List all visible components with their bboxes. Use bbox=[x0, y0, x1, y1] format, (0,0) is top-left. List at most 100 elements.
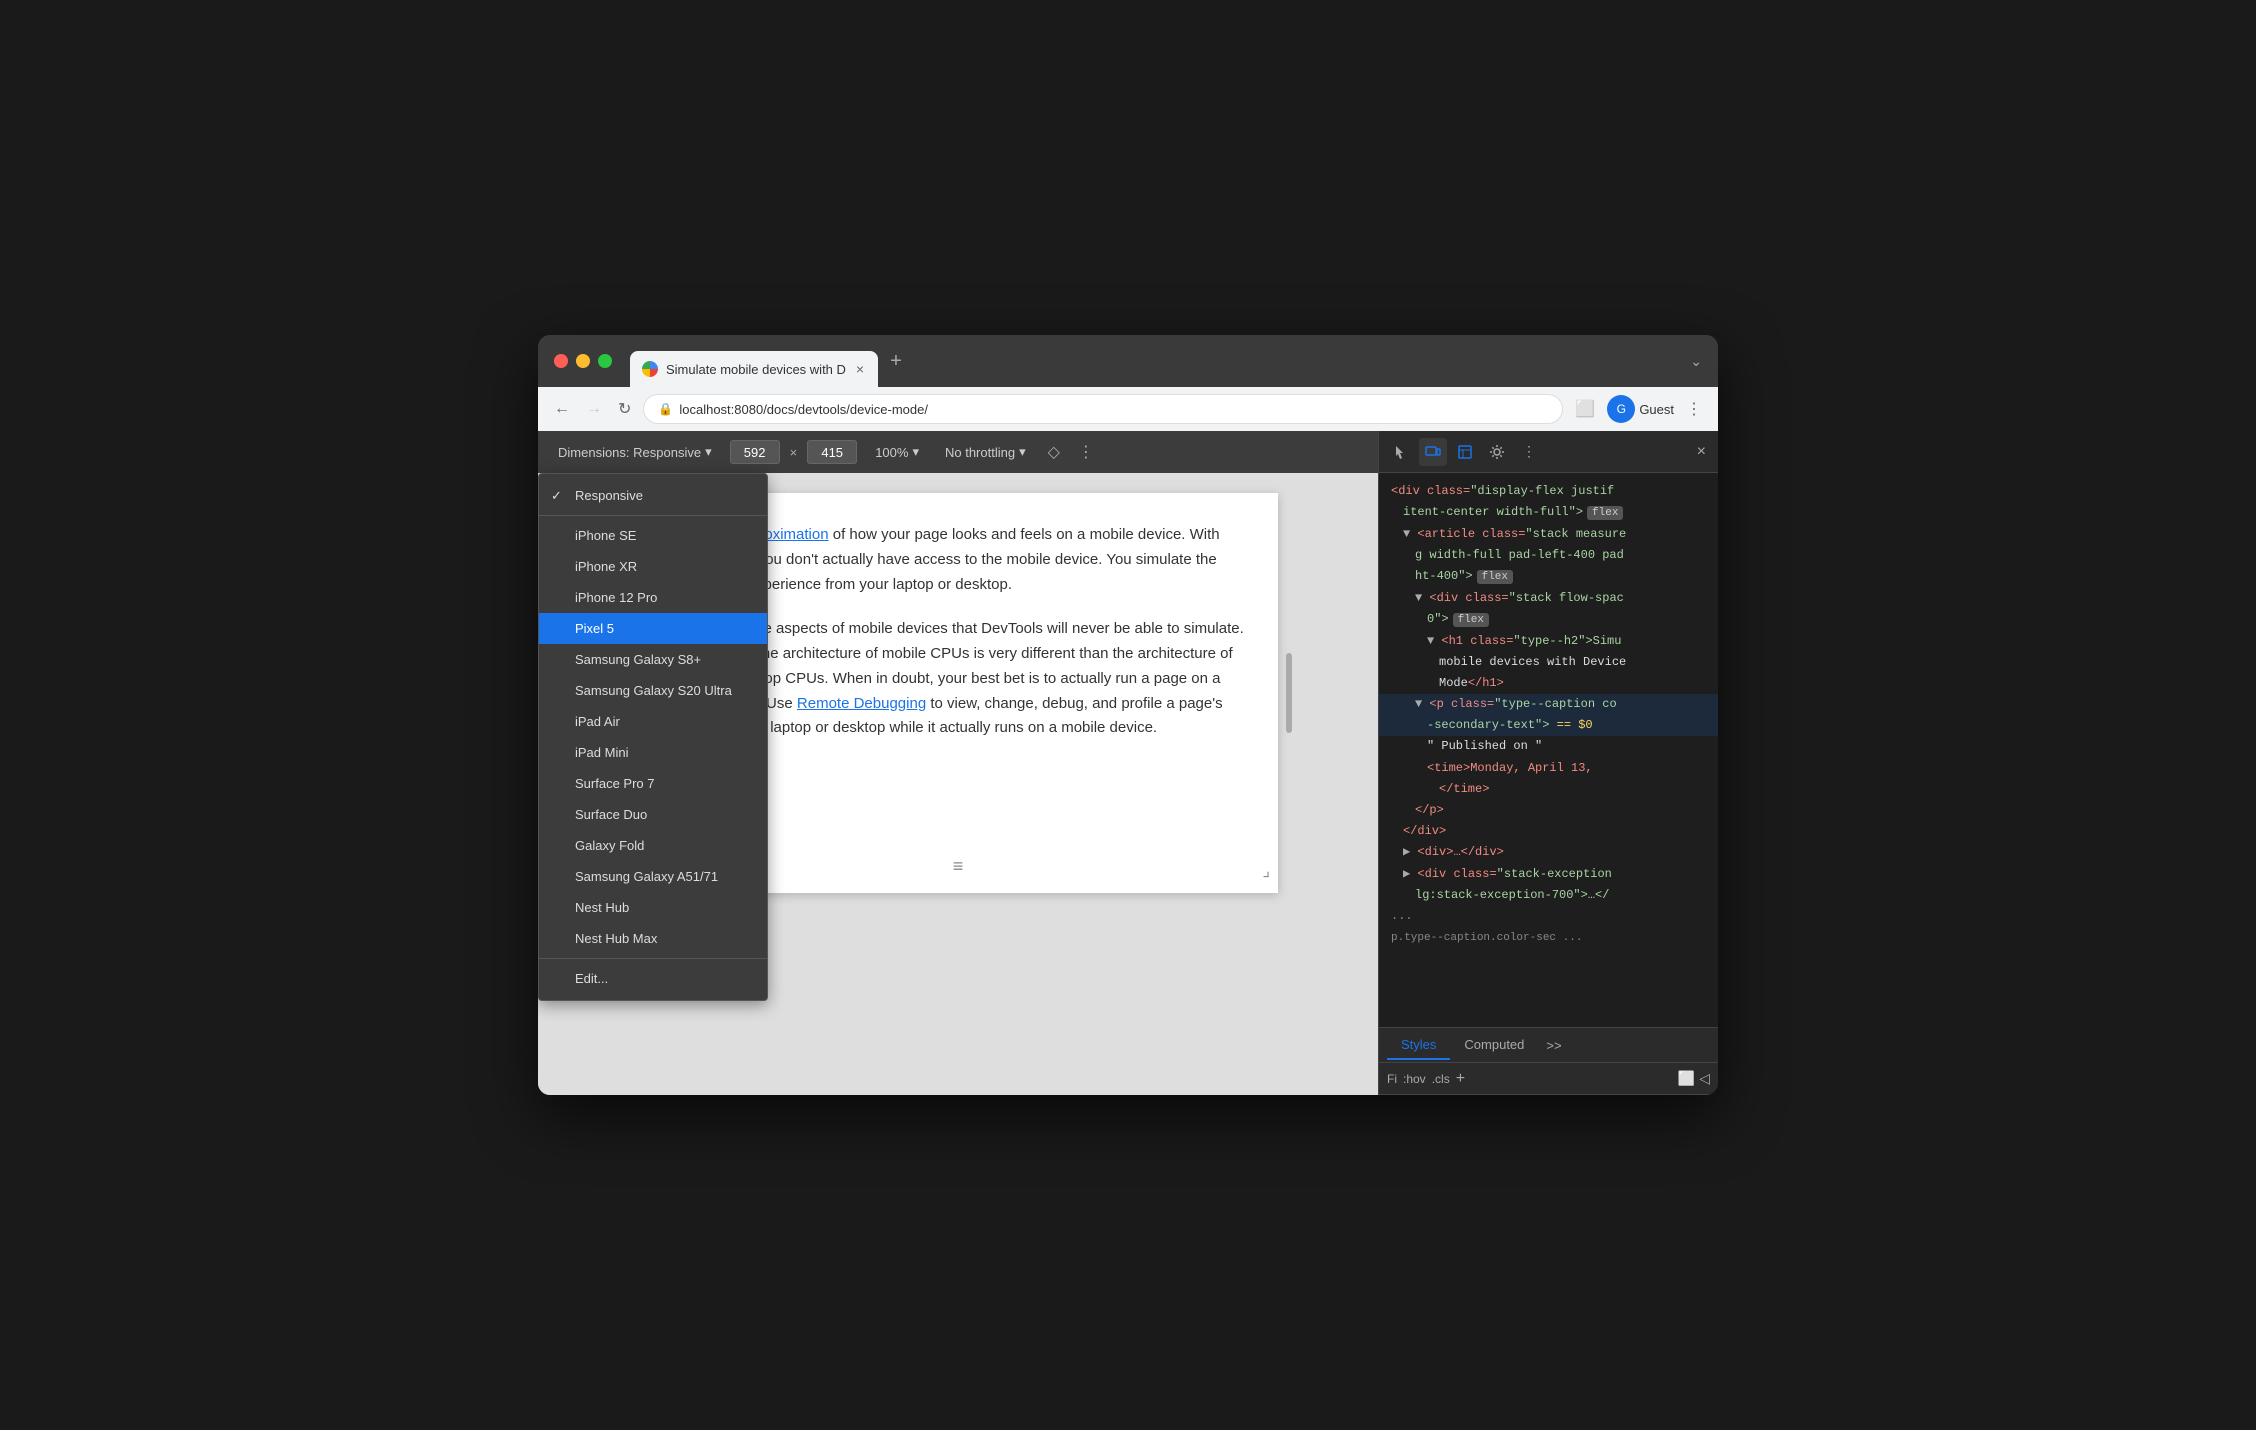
tab-menu-button[interactable]: ⌄ bbox=[1690, 353, 1702, 370]
dimensions-dropdown[interactable]: Dimensions: Responsive ▾ bbox=[550, 440, 720, 464]
width-input[interactable] bbox=[730, 440, 780, 464]
code-line-selected[interactable]: ▼ <p class="type--caption co bbox=[1379, 694, 1718, 715]
flex-badge: flex bbox=[1587, 506, 1623, 520]
code-line-selected: -secondary-text"> == $0 bbox=[1379, 715, 1718, 736]
tab-bar: Simulate mobile devices with D × + ⌄ bbox=[630, 343, 1702, 379]
main-area: Dimensions: Responsive ▾ × 100% ▾ No thr… bbox=[538, 431, 1718, 1095]
profile-area[interactable]: G Guest bbox=[1607, 395, 1674, 423]
menu-item-label: iPhone XR bbox=[575, 559, 637, 574]
more-tools-button[interactable]: ⋮ bbox=[1515, 438, 1543, 466]
back-button[interactable]: ← bbox=[550, 396, 574, 422]
maximize-button[interactable] bbox=[598, 354, 612, 368]
code-line: 0">flex bbox=[1379, 609, 1718, 631]
flex-badge: flex bbox=[1453, 613, 1489, 627]
menu-item-iphone-xr[interactable]: iPhone XR bbox=[539, 551, 767, 582]
menu-item-edit[interactable]: Edit... bbox=[539, 963, 767, 994]
url-bar[interactable]: 🔒 localhost:8080/docs/devtools/device-mo… bbox=[643, 394, 1563, 424]
filter-cls-button[interactable]: .cls bbox=[1432, 1072, 1450, 1086]
menu-item-label: Responsive bbox=[575, 488, 643, 503]
menu-item-responsive[interactable]: Responsive bbox=[539, 480, 767, 511]
code-line: itent-center width-full">flex bbox=[1379, 502, 1718, 524]
code-line: <time>Monday, April 13, bbox=[1379, 758, 1718, 779]
new-tab-button[interactable]: + bbox=[886, 346, 906, 377]
resize-handle[interactable]: ⌟ bbox=[1263, 859, 1271, 885]
code-line: Mode</h1> bbox=[1379, 673, 1718, 694]
sensor-icon-button[interactable]: ◇ bbox=[1044, 438, 1064, 466]
zoom-arrow-icon: ▾ bbox=[912, 444, 919, 460]
close-button[interactable] bbox=[554, 354, 568, 368]
device-toolbar: Dimensions: Responsive ▾ × 100% ▾ No thr… bbox=[538, 431, 1378, 473]
filter-fi-label: Fi bbox=[1387, 1072, 1397, 1086]
menu-item-label: iPad Air bbox=[575, 714, 620, 729]
code-panel: <div class="display-flex justif itent-ce… bbox=[1379, 473, 1718, 1027]
remote-debugging-link[interactable]: Remote Debugging bbox=[797, 695, 926, 712]
drag-handle[interactable]: ≡ bbox=[953, 852, 964, 881]
code-line: ▼ <div class="stack flow-spac bbox=[1379, 588, 1718, 609]
refresh-button[interactable]: ↻ bbox=[614, 395, 635, 423]
menu-item-surface-pro[interactable]: Surface Pro 7 bbox=[539, 768, 767, 799]
cursor-tool-button[interactable] bbox=[1387, 438, 1415, 466]
avatar: G bbox=[1607, 395, 1635, 423]
menu-item-iphone-12-pro[interactable]: iPhone 12 Pro bbox=[539, 582, 767, 613]
styles-filter-bar: Fi :hov .cls + ⬜ ◁ bbox=[1379, 1063, 1718, 1095]
traffic-lights bbox=[554, 354, 612, 368]
forward-button[interactable]: → bbox=[582, 396, 606, 422]
height-input[interactable] bbox=[807, 440, 857, 464]
dimensions-arrow-icon: ▾ bbox=[705, 444, 712, 460]
menu-item-nest-hub[interactable]: Nest Hub bbox=[539, 892, 767, 923]
minimize-button[interactable] bbox=[576, 354, 590, 368]
chrome-menu-button[interactable]: ⋮ bbox=[1682, 395, 1706, 423]
menu-item-samsung-s8[interactable]: Samsung Galaxy S8+ bbox=[539, 644, 767, 675]
menu-item-iphone-se[interactable]: iPhone SE bbox=[539, 520, 767, 551]
filter-icon-1[interactable]: ⬜ bbox=[1678, 1070, 1695, 1087]
devtools-close-button[interactable]: × bbox=[1693, 439, 1710, 465]
device-mode-button[interactable] bbox=[1419, 438, 1447, 466]
devtools-panel: ⋮ × <div class="display-flex justif iten… bbox=[1378, 431, 1718, 1095]
settings-button[interactable] bbox=[1483, 438, 1511, 466]
menu-item-samsung-a51[interactable]: Samsung Galaxy A51/71 bbox=[539, 861, 767, 892]
menu-item-label: Edit... bbox=[575, 971, 608, 986]
filter-plus-button[interactable]: + bbox=[1456, 1070, 1465, 1088]
devtools-toolbar: ⋮ × bbox=[1379, 431, 1718, 473]
menu-divider-2 bbox=[539, 958, 767, 959]
code-line: ht-400">flex bbox=[1379, 566, 1718, 588]
menu-item-pixel-5[interactable]: Pixel 5 bbox=[539, 613, 767, 644]
address-bar: ← → ↻ 🔒 localhost:8080/docs/devtools/dev… bbox=[538, 387, 1718, 431]
code-line: ▼ <h1 class="type--h2">Simu bbox=[1379, 631, 1718, 652]
menu-item-label: Nest Hub Max bbox=[575, 931, 657, 946]
tab-computed[interactable]: Computed bbox=[1450, 1031, 1538, 1060]
more-options-button[interactable]: ⋮ bbox=[1074, 438, 1098, 466]
zoom-dropdown[interactable]: 100% ▾ bbox=[867, 440, 927, 464]
right-controls: ⬜ G Guest ⋮ bbox=[1571, 395, 1706, 423]
scroll-indicator[interactable] bbox=[1286, 653, 1292, 733]
menu-item-samsung-s20[interactable]: Samsung Galaxy S20 Ultra bbox=[539, 675, 767, 706]
tab-more-button[interactable]: >> bbox=[1538, 1032, 1569, 1059]
filter-hov-button[interactable]: :hov bbox=[1403, 1072, 1426, 1086]
code-line: ... bbox=[1379, 906, 1718, 927]
active-tab[interactable]: Simulate mobile devices with D × bbox=[630, 351, 878, 387]
profile-name: Guest bbox=[1639, 402, 1674, 417]
tab-styles[interactable]: Styles bbox=[1387, 1031, 1450, 1060]
filter-icon-2[interactable]: ◁ bbox=[1699, 1070, 1710, 1087]
menu-item-label: Surface Pro 7 bbox=[575, 776, 655, 791]
code-line: lg:stack-exception-700">…</ bbox=[1379, 885, 1718, 906]
menu-item-surface-duo[interactable]: Surface Duo bbox=[539, 799, 767, 830]
flex-badge: flex bbox=[1477, 570, 1513, 584]
menu-item-galaxy-fold[interactable]: Galaxy Fold bbox=[539, 830, 767, 861]
code-line: " Published on " bbox=[1379, 736, 1718, 757]
browser-window: Simulate mobile devices with D × + ⌄ ← →… bbox=[538, 335, 1718, 1095]
menu-item-label: iPhone 12 Pro bbox=[575, 590, 657, 605]
tab-close-icon[interactable]: × bbox=[854, 359, 866, 379]
throttle-label: No throttling bbox=[945, 445, 1015, 460]
throttle-dropdown[interactable]: No throttling ▾ bbox=[937, 440, 1034, 464]
elements-panel-button[interactable] bbox=[1451, 438, 1479, 466]
zoom-label: 100% bbox=[875, 445, 908, 460]
code-line-breadcrumb: p.type--caption.color-sec ... bbox=[1379, 927, 1718, 949]
menu-item-label: Samsung Galaxy S8+ bbox=[575, 652, 701, 667]
menu-item-label: Galaxy Fold bbox=[575, 838, 644, 853]
url-text: localhost:8080/docs/devtools/device-mode… bbox=[679, 402, 928, 417]
menu-item-nest-hub-max[interactable]: Nest Hub Max bbox=[539, 923, 767, 954]
devtools-toggle-button[interactable]: ⬜ bbox=[1571, 395, 1599, 423]
menu-item-ipad-air[interactable]: iPad Air bbox=[539, 706, 767, 737]
menu-item-ipad-mini[interactable]: iPad Mini bbox=[539, 737, 767, 768]
